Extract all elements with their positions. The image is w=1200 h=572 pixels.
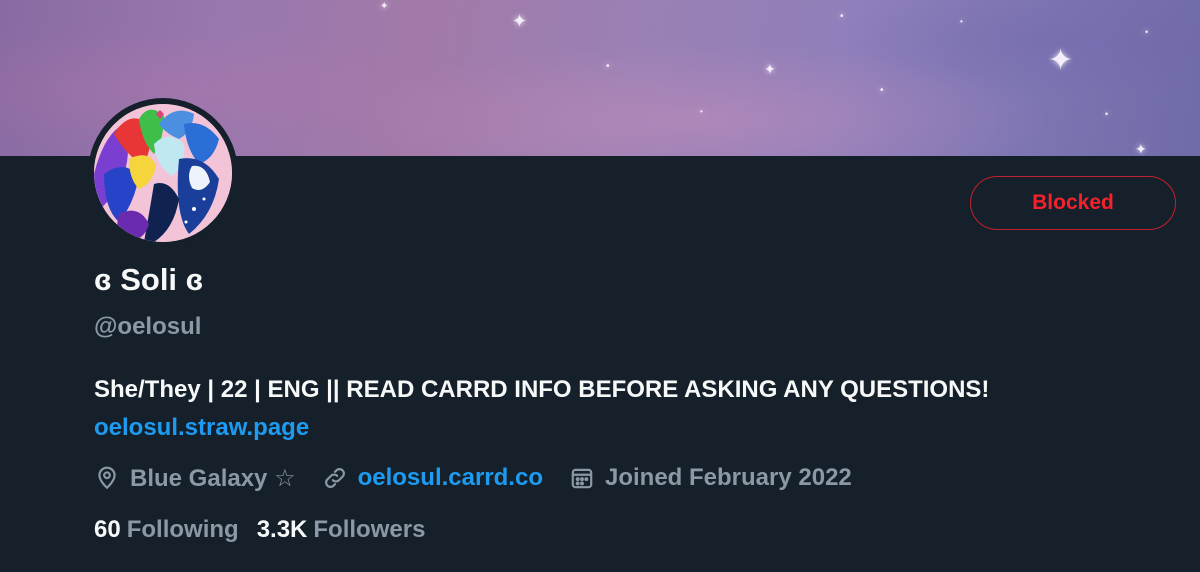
- display-name: ɞ Soli ɞ: [94, 262, 204, 297]
- profile-bio: She/They | 22 | ENG || READ CARRD INFO B…: [94, 371, 1094, 447]
- calendar-icon: [569, 465, 595, 491]
- banner-star: •: [960, 17, 963, 26]
- joined-date: Joined February 2022: [604, 464, 852, 491]
- banner-star: •: [606, 61, 610, 72]
- avatar[interactable]: [94, 104, 232, 242]
- website-item: oelosul.carrd.co: [322, 464, 543, 492]
- profile-meta: Blue Galaxy ☆ oelosul.carrd.co Joined Fe…: [94, 461, 878, 495]
- followers-count: 3.3K: [256, 516, 308, 543]
- blocked-button[interactable]: Blocked: [970, 176, 1176, 230]
- bio-text: She/They | 22 | ENG || READ CARRD INFO B…: [94, 376, 990, 403]
- following-count: 60: [94, 516, 121, 543]
- banner-star: ✦: [1135, 141, 1147, 156]
- banner-star: ✦: [764, 61, 776, 77]
- banner-star: •: [1145, 27, 1149, 37]
- banner-star: ✦: [512, 11, 528, 31]
- following-link[interactable]: 60 Following: [94, 516, 239, 544]
- username-handle: @oelosul: [94, 313, 202, 340]
- banner-star: •: [840, 11, 844, 22]
- bio-link[interactable]: oelosul.straw.page: [94, 414, 309, 441]
- following-label: Following: [126, 516, 239, 543]
- banner-star: •: [880, 85, 884, 96]
- joined-item: Joined February 2022: [569, 464, 852, 492]
- location-text: Blue Galaxy ☆: [130, 464, 296, 492]
- blocked-button-label: Blocked: [1032, 191, 1114, 214]
- avatar-artwork: [94, 104, 232, 242]
- banner-star: •: [700, 107, 703, 116]
- follow-stats: 60 Following 3.3K Followers: [94, 516, 443, 544]
- location-item: Blue Galaxy ☆: [94, 464, 296, 493]
- avatar-frame[interactable]: [88, 98, 238, 248]
- banner-star: •: [1105, 109, 1109, 119]
- website-link[interactable]: oelosul.carrd.co: [358, 464, 543, 492]
- banner-star: ✦: [1048, 44, 1074, 77]
- location-pin-icon: [94, 465, 120, 491]
- banner-star: ✦: [380, 1, 389, 12]
- followers-label: Followers: [313, 516, 426, 543]
- profile-page: ✦ ✦ • ✦ • • ✦ • • ✦ • • Blocked ɞ Soli ɞ…: [0, 0, 1200, 572]
- followers-link[interactable]: 3.3K Followers: [257, 516, 426, 544]
- link-icon: [322, 465, 348, 491]
